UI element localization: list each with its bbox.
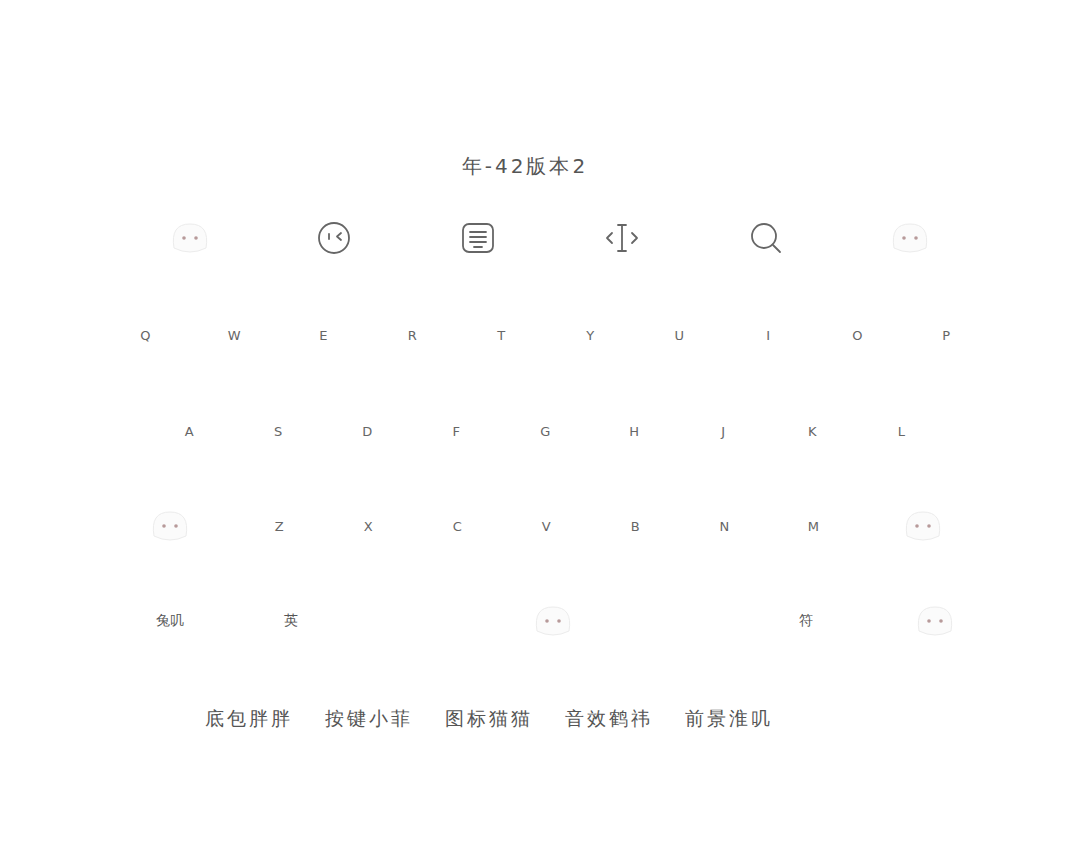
symbol-key[interactable]: 符 bbox=[759, 573, 853, 669]
credit-text: 底包胖胖 bbox=[205, 706, 293, 732]
toolbar-button[interactable] bbox=[550, 208, 694, 268]
language-key[interactable]: 英 bbox=[235, 573, 347, 669]
letter-key[interactable]: X bbox=[324, 479, 413, 573]
cat-face-icon bbox=[905, 596, 965, 646]
letter-key[interactable]: Q bbox=[101, 287, 190, 383]
toolbar-decoration bbox=[838, 208, 982, 268]
shift-key[interactable] bbox=[105, 479, 235, 573]
toolbar-decoration bbox=[118, 208, 262, 268]
letter-key[interactable]: I bbox=[724, 287, 813, 383]
cursor-move-icon bbox=[604, 220, 640, 256]
toolbar-button[interactable] bbox=[262, 208, 406, 268]
cat-face-icon bbox=[886, 214, 934, 262]
key-row: QWERTYUIOP bbox=[0, 287, 1080, 383]
cat-face-icon bbox=[146, 502, 194, 550]
toolbar bbox=[0, 208, 1080, 268]
letter-key[interactable]: P bbox=[902, 287, 991, 383]
letter-key[interactable]: M bbox=[769, 479, 858, 573]
letter-key[interactable]: O bbox=[813, 287, 902, 383]
toolbar-button[interactable] bbox=[406, 208, 550, 268]
enter-key[interactable] bbox=[853, 573, 1017, 669]
emoji-face-icon bbox=[316, 220, 352, 256]
letter-key[interactable]: Y bbox=[546, 287, 635, 383]
key-row: ZXCVBNM bbox=[0, 479, 1080, 573]
keyboard-icon bbox=[460, 220, 496, 256]
letter-key[interactable]: N bbox=[680, 479, 769, 573]
credit-text: 音效鹤祎 bbox=[565, 706, 653, 732]
credit-text: 按键小菲 bbox=[325, 706, 413, 732]
letter-key[interactable]: T bbox=[457, 287, 546, 383]
layout-key[interactable]: 兔叽 bbox=[105, 573, 235, 669]
credit-text: 前景淮叽 bbox=[685, 706, 773, 732]
letter-key[interactable]: L bbox=[857, 383, 946, 479]
credits: 底包胖胖 按键小菲 图标猫猫 音效鹤祎 前景淮叽 bbox=[0, 704, 1080, 734]
key-row: ASDFGHJKL bbox=[0, 383, 1080, 479]
letter-key[interactable]: J bbox=[679, 383, 768, 479]
credit-text: 图标猫猫 bbox=[445, 706, 533, 732]
cat-face-icon bbox=[518, 593, 588, 649]
letter-key[interactable]: W bbox=[190, 287, 279, 383]
letter-key[interactable]: G bbox=[501, 383, 590, 479]
letter-key[interactable]: E bbox=[279, 287, 368, 383]
letter-key[interactable]: B bbox=[591, 479, 680, 573]
letter-key[interactable]: A bbox=[145, 383, 234, 479]
letter-key[interactable]: S bbox=[234, 383, 323, 479]
delete-key[interactable] bbox=[858, 479, 988, 573]
cat-face-icon bbox=[166, 214, 214, 262]
skin-title: 年-42版本2 bbox=[0, 152, 1080, 180]
toolbar-button[interactable] bbox=[694, 208, 838, 268]
letter-key[interactable]: V bbox=[502, 479, 591, 573]
letter-key[interactable]: H bbox=[590, 383, 679, 479]
key-row: 兔叽英 符 bbox=[0, 573, 1080, 669]
letter-key[interactable]: U bbox=[635, 287, 724, 383]
letter-key[interactable]: F bbox=[412, 383, 501, 479]
letter-key[interactable]: R bbox=[368, 287, 457, 383]
cat-face-icon bbox=[899, 502, 947, 550]
letter-key[interactable]: D bbox=[323, 383, 412, 479]
letter-key[interactable]: K bbox=[768, 383, 857, 479]
letter-key[interactable]: Z bbox=[235, 479, 324, 573]
letter-key[interactable]: C bbox=[413, 479, 502, 573]
search-icon bbox=[748, 220, 784, 256]
space-key[interactable] bbox=[347, 573, 759, 669]
